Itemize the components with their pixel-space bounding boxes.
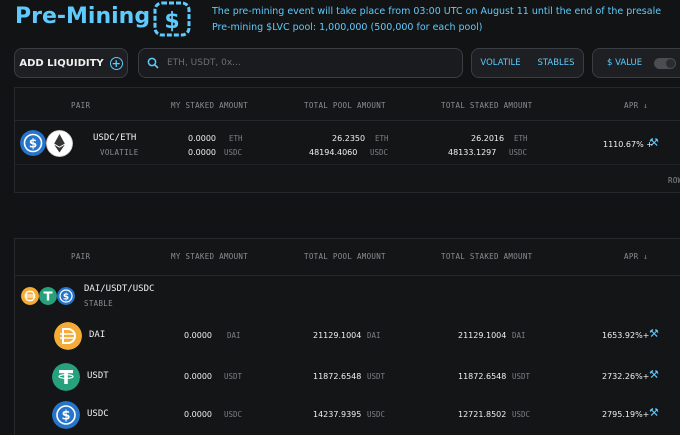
page-title: Pre-Mining bbox=[15, 4, 151, 29]
svg-text:$: $ bbox=[29, 137, 37, 151]
dai-icon bbox=[21, 287, 39, 305]
divider bbox=[15, 120, 680, 121]
pair-name: DAI/USDT/USDC bbox=[84, 284, 155, 294]
total-pool: 11872.6548 bbox=[313, 372, 362, 381]
col-total-staked: TOTAL STAKED AMOUNT bbox=[441, 101, 533, 110]
search-input[interactable] bbox=[167, 58, 447, 68]
add-liquidity-button[interactable]: ADD LIQUIDITY + bbox=[14, 48, 128, 78]
notice-line-1: The pre-mining event will take place fro… bbox=[212, 6, 662, 17]
stable-pool-table: PAIR MY STAKED AMOUNT TOTAL POOL AMOUNT … bbox=[14, 238, 680, 435]
total-staked: 21129.1004 bbox=[458, 331, 507, 340]
col-pair: PAIR bbox=[71, 101, 91, 110]
usdt-icon bbox=[39, 287, 57, 305]
unit-label: DAI bbox=[367, 331, 381, 340]
total-staked-eth: 26.2016 bbox=[471, 134, 505, 143]
total-pool-eth: 26.2350 bbox=[332, 134, 366, 143]
apr-value: 1110.67% + bbox=[603, 140, 653, 149]
col-pair: PAIR bbox=[71, 252, 91, 261]
pickaxe-icon[interactable]: ⚒ bbox=[649, 136, 659, 149]
add-liquidity-label: ADD LIQUIDITY bbox=[19, 57, 104, 69]
premining-notice: The pre-mining event will take place fro… bbox=[212, 4, 661, 36]
page-header: Pre-Mining $ The pre-mining event will t… bbox=[0, 0, 680, 40]
unit-label: ETH bbox=[514, 134, 528, 143]
my-staked-eth: 0.0000 bbox=[188, 134, 216, 143]
pair-type: VOLATILE bbox=[100, 148, 139, 157]
pickaxe-icon[interactable]: ⚒ bbox=[649, 368, 659, 381]
apr-value: 2795.19%+ bbox=[602, 410, 650, 419]
usdt-icon bbox=[52, 363, 80, 391]
total-staked: 11872.6548 bbox=[458, 372, 507, 381]
usdc-icon: $ bbox=[57, 287, 75, 305]
unit-label: ETH bbox=[375, 134, 389, 143]
total-pool: 21129.1004 bbox=[313, 331, 362, 340]
toolbar: ADD LIQUIDITY + VOLATILE STABLES $ VALUE bbox=[0, 48, 680, 78]
total-staked-usdc: 48133.1297 bbox=[448, 148, 497, 157]
unit-label: USDC bbox=[224, 148, 243, 157]
unit-label: USDC bbox=[224, 410, 243, 419]
search-box[interactable] bbox=[138, 48, 463, 78]
svg-text:$: $ bbox=[61, 409, 70, 424]
dollar-coin-logo-icon: $ bbox=[153, 1, 191, 37]
volatile-pool-table: PAIR MY STAKED AMOUNT TOTAL POOL AMOUNT … bbox=[14, 87, 680, 193]
unit-label: USDT bbox=[367, 372, 386, 381]
my-staked: 0.0000 bbox=[184, 410, 212, 419]
eth-icon bbox=[46, 130, 73, 157]
dai-icon bbox=[54, 322, 82, 350]
token-name: DAI bbox=[89, 330, 106, 340]
col-total-pool: TOTAL POOL AMOUNT bbox=[304, 101, 386, 110]
token-name: USDC bbox=[87, 409, 109, 419]
notice-line-2: Pre-mining $LVC pool: 1,000,000 (500,000… bbox=[212, 22, 483, 33]
value-toggle-label: $ VALUE bbox=[607, 58, 643, 68]
unit-label: USDC bbox=[370, 148, 389, 157]
divider bbox=[15, 275, 680, 276]
svg-text:$: $ bbox=[63, 293, 69, 303]
rows-label: ROW bbox=[668, 176, 680, 185]
total-staked: 12721.8502 bbox=[458, 410, 507, 419]
value-toggle[interactable]: $ VALUE bbox=[592, 48, 680, 78]
my-staked-usdc: 0.0000 bbox=[188, 148, 216, 157]
usdc-icon: $ bbox=[52, 401, 80, 429]
col-apr-sort[interactable]: APR ↓ bbox=[624, 101, 648, 110]
unit-label: USDT bbox=[512, 372, 531, 381]
pair-name: USDC/ETH bbox=[93, 133, 137, 143]
unit-label: ETH bbox=[229, 134, 243, 143]
col-my-staked: MY STAKED AMOUNT bbox=[171, 101, 249, 110]
filter-stables-button[interactable]: STABLES bbox=[537, 58, 574, 68]
pickaxe-icon[interactable]: ⚒ bbox=[649, 327, 659, 340]
pair-type: STABLE bbox=[84, 299, 113, 308]
total-pool-usdc: 48194.4060 bbox=[309, 148, 358, 157]
value-switch[interactable] bbox=[654, 57, 677, 69]
col-apr-sort[interactable]: APR ↓ bbox=[624, 252, 648, 261]
col-total-staked: TOTAL STAKED AMOUNT bbox=[441, 252, 533, 261]
total-pool: 14237.9395 bbox=[313, 410, 362, 419]
search-icon bbox=[147, 57, 159, 69]
pickaxe-icon[interactable]: ⚒ bbox=[649, 406, 659, 419]
col-my-staked: MY STAKED AMOUNT bbox=[171, 252, 249, 261]
apr-value: 2732.26%+ bbox=[602, 372, 650, 381]
unit-label: USDT bbox=[224, 372, 243, 381]
pool-type-filter: VOLATILE STABLES bbox=[471, 48, 584, 78]
unit-label: DAI bbox=[512, 331, 526, 340]
token-name: USDT bbox=[87, 371, 109, 381]
unit-label: USDC bbox=[512, 410, 531, 419]
my-staked: 0.0000 bbox=[184, 331, 212, 340]
unit-label: USDC bbox=[509, 148, 528, 157]
plus-circle-icon: + bbox=[109, 56, 123, 70]
unit-label: DAI bbox=[227, 331, 241, 340]
col-total-pool: TOTAL POOL AMOUNT bbox=[304, 252, 386, 261]
filter-volatile-button[interactable]: VOLATILE bbox=[480, 58, 520, 68]
divider bbox=[15, 164, 680, 165]
svg-text:$: $ bbox=[164, 9, 179, 34]
my-staked: 0.0000 bbox=[184, 372, 212, 381]
usdc-icon: $ bbox=[20, 130, 46, 156]
apr-value: 1653.92%+ bbox=[602, 331, 650, 340]
unit-label: USDC bbox=[367, 410, 386, 419]
